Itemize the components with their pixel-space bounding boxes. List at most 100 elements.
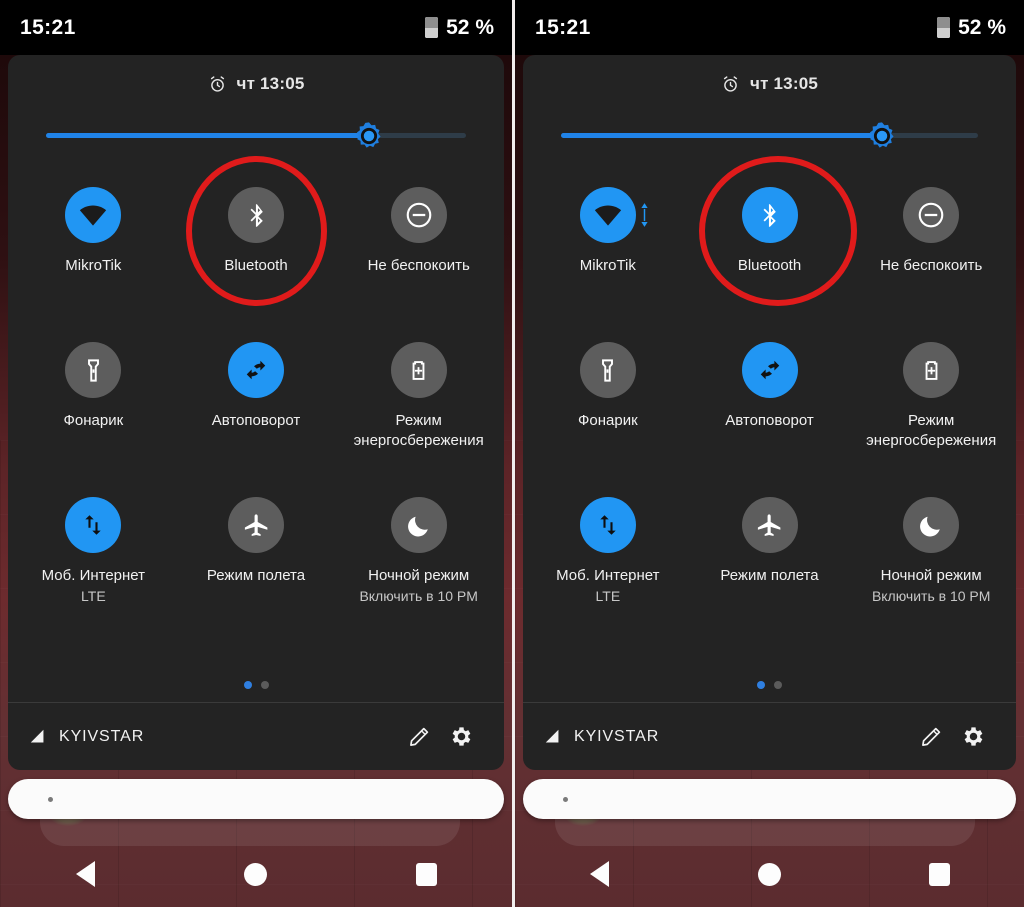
recents-square-icon bbox=[416, 862, 438, 886]
bluetooth-tile[interactable]: Bluetooth bbox=[175, 173, 338, 328]
mobile-data-label: Моб. Интернет bbox=[41, 567, 146, 584]
autorotate-toggle[interactable] bbox=[741, 342, 798, 398]
recents-button[interactable] bbox=[397, 854, 457, 894]
status-time: 15:21 bbox=[20, 15, 76, 39]
battery-saver-label: Режим bbox=[395, 412, 442, 429]
search-bar[interactable] bbox=[8, 779, 504, 819]
settings-button[interactable] bbox=[952, 716, 994, 758]
mobile-data-label: Моб. Интернет bbox=[556, 567, 660, 584]
battery-empty-part bbox=[425, 17, 439, 28]
settings-button[interactable] bbox=[440, 716, 482, 758]
edit-button[interactable] bbox=[910, 716, 952, 758]
home-button[interactable] bbox=[226, 854, 286, 894]
dnd-label: Не беспокоить bbox=[367, 257, 470, 274]
recents-button[interactable] bbox=[909, 854, 969, 894]
night-mode-toggle[interactable] bbox=[903, 497, 960, 553]
battery-saver-tile[interactable]: Режим энергосбережения bbox=[337, 328, 500, 483]
tile-icon-wrap bbox=[390, 342, 447, 398]
battery-saver-toggle[interactable] bbox=[903, 342, 960, 398]
brightness-slider[interactable] bbox=[46, 113, 466, 159]
brightness-sun-icon bbox=[357, 122, 381, 148]
auto-rotate-icon bbox=[246, 360, 266, 380]
mobile-data-tile[interactable]: Моб. Интернет LTE bbox=[527, 483, 689, 638]
page-dot[interactable] bbox=[260, 681, 269, 689]
flashlight-icon bbox=[602, 358, 614, 382]
home-button[interactable] bbox=[739, 854, 799, 894]
airplane-tile[interactable]: Режим полета bbox=[175, 483, 338, 638]
do-not-disturb-icon bbox=[406, 202, 431, 228]
bluetooth-toggle[interactable] bbox=[741, 187, 798, 243]
gear-icon bbox=[452, 727, 470, 746]
page-indicator[interactable] bbox=[523, 668, 1016, 702]
mobile-data-toggle[interactable] bbox=[65, 497, 122, 553]
mobile-data-tile[interactable]: Моб. Интернет LTE bbox=[12, 483, 175, 638]
flashlight-tile[interactable]: Фонарик bbox=[12, 328, 175, 483]
flashlight-toggle[interactable] bbox=[65, 342, 122, 398]
page-dot[interactable] bbox=[243, 681, 252, 689]
dnd-tile[interactable]: Не беспокоить bbox=[850, 173, 1012, 328]
mobile-data-toggle[interactable] bbox=[579, 497, 636, 553]
flashlight-toggle[interactable] bbox=[579, 342, 636, 398]
wifi-tile[interactable]: MikroTik bbox=[12, 173, 175, 328]
page-indicator[interactable] bbox=[8, 668, 504, 702]
screenshot-left: 15:21 52 % чт 13:05 MikroTik Bluetooth Не бес… bbox=[0, 0, 512, 907]
alarm-time-label[interactable]: чт 13:05 bbox=[750, 74, 818, 94]
quick-settings-header: чт 13:05 bbox=[523, 55, 1016, 113]
flashlight-tile[interactable]: Фонарик bbox=[527, 328, 689, 483]
tile-icon-wrap bbox=[741, 342, 798, 398]
back-button[interactable] bbox=[570, 854, 630, 894]
tile-icon-wrap bbox=[228, 342, 284, 398]
wifi-toggle[interactable] bbox=[65, 187, 122, 243]
alarm-time-label[interactable]: чт 13:05 bbox=[237, 74, 305, 94]
search-dot-icon bbox=[563, 796, 568, 802]
dnd-toggle[interactable] bbox=[390, 187, 447, 243]
bluetooth-tile[interactable]: Bluetooth bbox=[689, 173, 851, 328]
back-button[interactable] bbox=[55, 854, 115, 894]
page-dot[interactable] bbox=[774, 681, 782, 689]
search-bar[interactable] bbox=[523, 779, 1016, 819]
battery-saver-tile[interactable]: Режим энергосбережения bbox=[850, 328, 1012, 483]
brightness-sun-icon bbox=[869, 122, 894, 148]
carrier-group: KYIVSTAR bbox=[28, 727, 144, 746]
brightness-thumb[interactable] bbox=[354, 121, 384, 151]
bluetooth-label: Bluetooth bbox=[224, 257, 288, 274]
tile-icon-wrap bbox=[579, 342, 636, 398]
airplane-label: Режим полета bbox=[720, 567, 819, 584]
pencil-icon bbox=[922, 727, 941, 746]
bluetooth-toggle[interactable] bbox=[228, 187, 284, 243]
signal-bars-icon bbox=[30, 729, 44, 743]
brightness-thumb[interactable] bbox=[867, 121, 897, 151]
night-mode-toggle[interactable] bbox=[390, 497, 447, 553]
night-mode-tile[interactable]: Ночной режим Включить в 10 PM bbox=[850, 483, 1012, 638]
page-dot[interactable] bbox=[757, 681, 765, 689]
tile-icon-wrap bbox=[228, 497, 284, 553]
flashlight-icon bbox=[87, 358, 99, 382]
night-mode-tile[interactable]: Ночной режим Включить в 10 PM bbox=[337, 483, 500, 638]
edit-button[interactable] bbox=[398, 716, 440, 758]
wifi-toggle[interactable] bbox=[579, 187, 636, 243]
status-right-group: 52 % bbox=[425, 16, 494, 40]
battery-saver-icon bbox=[925, 360, 938, 380]
airplane-toggle[interactable] bbox=[741, 497, 798, 553]
airplane-tile[interactable]: Режим полета bbox=[689, 483, 851, 638]
android-nav-bar bbox=[515, 841, 1024, 907]
battery-saver-sublabel: энергосбережения bbox=[866, 431, 997, 449]
autorotate-toggle[interactable] bbox=[228, 342, 284, 398]
wifi-tile[interactable]: MikroTik bbox=[527, 173, 689, 328]
autorotate-tile[interactable]: Автоповорот bbox=[689, 328, 851, 483]
brightness-slider[interactable] bbox=[561, 113, 978, 159]
dnd-tile[interactable]: Не беспокоить bbox=[337, 173, 500, 328]
airplane-toggle[interactable] bbox=[228, 497, 284, 553]
quick-settings-footer: KYIVSTAR bbox=[523, 702, 1016, 770]
dnd-toggle[interactable] bbox=[903, 187, 960, 243]
wifi-arrows-icon bbox=[641, 203, 648, 227]
battery-fill-part bbox=[425, 27, 439, 38]
flashlight-label: Фонарик bbox=[578, 412, 638, 429]
battery-saver-toggle[interactable] bbox=[390, 342, 447, 398]
pencil-icon bbox=[410, 727, 429, 746]
battery-percent-label: 52 % bbox=[446, 15, 494, 39]
status-bar: 15:21 52 % bbox=[515, 0, 1024, 55]
autorotate-tile[interactable]: Автоповорот bbox=[175, 328, 338, 483]
autorotate-label: Автоповорот bbox=[211, 412, 301, 429]
home-circle-icon bbox=[757, 862, 781, 886]
